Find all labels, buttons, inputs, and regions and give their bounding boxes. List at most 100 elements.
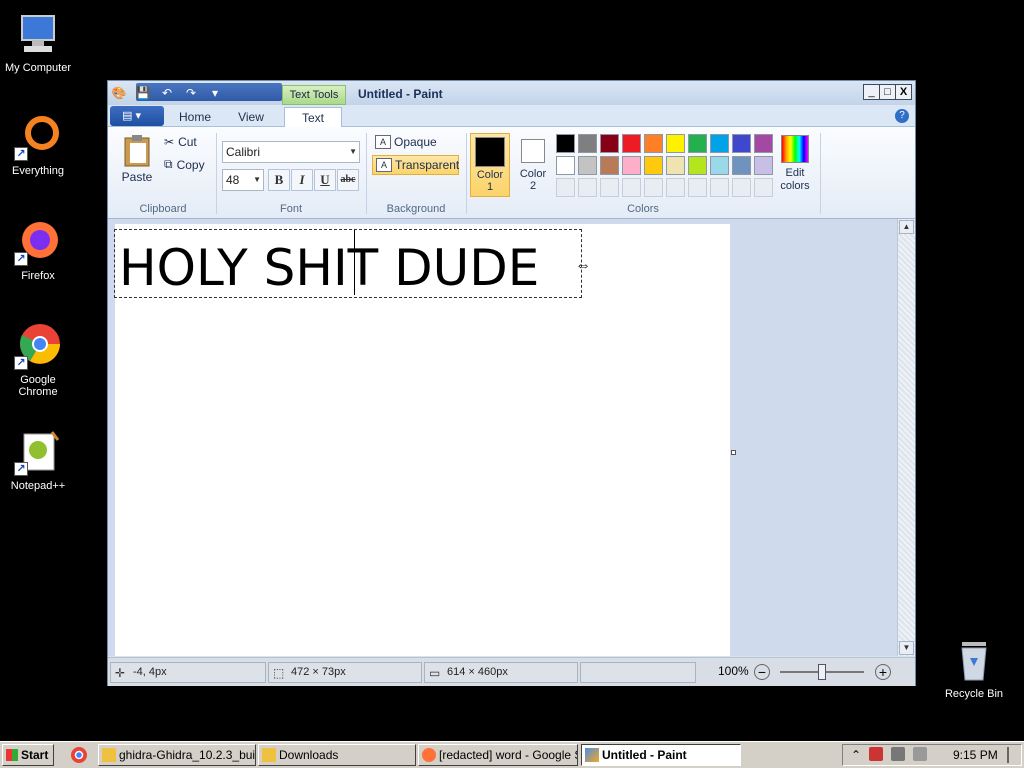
palette-color-swatch[interactable] (754, 156, 773, 175)
paint-window: 🎨 💾 ↶ ↷ ▾ Text Tools Untitled - Paint _ … (107, 80, 916, 686)
font-size-select[interactable]: 48 ▼ (222, 169, 264, 191)
ribbon-separator (216, 133, 217, 214)
clock[interactable]: 9:15 PM (953, 745, 998, 765)
palette-color-swatch[interactable] (688, 156, 707, 175)
show-hidden-icons-icon[interactable]: ⌃ (851, 745, 861, 765)
underline-button[interactable]: U (314, 169, 336, 191)
palette-empty-swatch[interactable] (710, 178, 729, 197)
tab-text[interactable]: Text (284, 107, 342, 128)
palette-color-swatch[interactable] (688, 134, 707, 153)
bold-button[interactable]: B (268, 169, 290, 191)
opaque-icon: A (375, 135, 391, 149)
scroll-down-arrow-icon[interactable]: ▼ (899, 641, 914, 655)
network-icon[interactable] (891, 747, 905, 761)
strikethrough-button[interactable]: abc (337, 169, 359, 191)
text-box-selection[interactable]: HOLY SHIT DUDE (114, 229, 582, 298)
transparent-button[interactable]: A Transparent (372, 155, 459, 175)
opaque-button[interactable]: A Opaque (372, 133, 462, 153)
redo-icon[interactable]: ↷ (182, 85, 200, 101)
palette-empty-swatch[interactable] (644, 178, 663, 197)
edit-colors-button[interactable]: Edit colors (776, 133, 814, 193)
canvas-resize-handle[interactable] (731, 450, 736, 455)
chrome-quicklaunch-icon[interactable] (70, 746, 88, 764)
palette-empty-swatch[interactable] (578, 178, 597, 197)
font-family-select[interactable]: Calibri ▼ (222, 141, 360, 163)
palette-empty-swatch[interactable] (688, 178, 707, 197)
customize-qat-icon[interactable]: ▾ (206, 85, 224, 101)
clipboard-icon (124, 135, 150, 167)
palette-color-swatch[interactable] (556, 134, 575, 153)
palette-color-swatch[interactable] (732, 134, 751, 153)
palette-empty-swatch[interactable] (622, 178, 641, 197)
palette-color-swatch[interactable] (666, 134, 685, 153)
paint-menu-button[interactable]: ▤ ▾ (110, 106, 164, 126)
help-icon[interactable]: ? (895, 109, 909, 123)
palette-color-swatch[interactable] (622, 156, 641, 175)
taskbar-item-downloads[interactable]: Downloads (258, 744, 416, 766)
zoom-slider[interactable] (780, 664, 864, 680)
maximize-button[interactable]: □ (879, 84, 896, 100)
palette-color-swatch[interactable] (710, 156, 729, 175)
drawing-canvas[interactable]: HOLY SHIT DUDE ⇔ (114, 224, 736, 656)
save-icon[interactable]: 💾 (134, 85, 152, 101)
security-alert-icon[interactable] (869, 747, 883, 761)
cut-label: Cut (178, 135, 197, 149)
palette-color-swatch[interactable] (600, 134, 619, 153)
show-desktop-button[interactable] (1007, 747, 1017, 763)
zoom-out-button[interactable]: − (754, 664, 770, 680)
cut-button[interactable]: ✂ Cut (164, 135, 197, 149)
palette-color-swatch[interactable] (556, 156, 575, 175)
desktop-icon-firefox[interactable]: ↗ Firefox (0, 218, 76, 282)
color1-button[interactable]: Color 1 (470, 133, 510, 197)
desktop-icon-everything[interactable]: ↗ Everything (0, 113, 76, 177)
taskbar-item-ghidra[interactable]: ghidra-Ghidra_10.2.3_build (98, 744, 256, 766)
shortcut-arrow-icon: ↗ (14, 147, 28, 161)
palette-color-swatch[interactable] (666, 156, 685, 175)
minimize-button[interactable]: _ (863, 84, 880, 100)
palette-empty-swatch[interactable] (666, 178, 685, 197)
palette-color-swatch[interactable] (644, 134, 663, 153)
copy-button[interactable]: ⧉ Copy (164, 157, 205, 172)
tab-home[interactable]: Home (170, 107, 220, 127)
paste-button[interactable]: Paste (120, 133, 154, 184)
palette-empty-swatch[interactable] (732, 178, 751, 197)
start-button[interactable]: Start (2, 744, 54, 766)
paint-app-icon[interactable]: 🎨 (110, 85, 128, 101)
palette-color-swatch[interactable] (578, 156, 597, 175)
menu-icon: ▤ ▾ (122, 110, 141, 122)
window-title: Untitled - Paint (358, 87, 443, 101)
notepadpp-icon: ↗ (14, 428, 62, 476)
palette-color-swatch[interactable] (754, 134, 773, 153)
desktop-icon-recycle-bin[interactable]: Recycle Bin (936, 636, 1012, 700)
palette-color-swatch[interactable] (622, 134, 641, 153)
vertical-scrollbar[interactable]: ▲ ▼ (897, 219, 915, 656)
italic-button[interactable]: I (291, 169, 313, 191)
zoom-slider-thumb[interactable] (818, 664, 826, 680)
copy-label: Copy (176, 157, 205, 172)
group-label-clipboard: Clipboard (139, 203, 187, 215)
volume-muted-icon[interactable] (913, 747, 927, 761)
color2-button[interactable]: Color 2 (514, 133, 552, 197)
canvas-text[interactable]: HOLY SHIT DUDE (119, 240, 539, 296)
close-button[interactable]: X (895, 84, 912, 100)
cursor-position: ✛ -4, 4px (110, 662, 266, 683)
palette-empty-swatch[interactable] (754, 178, 773, 197)
palette-color-swatch[interactable] (578, 134, 597, 153)
selection-size-value: 472 × 73px (291, 666, 346, 678)
palette-color-swatch[interactable] (732, 156, 751, 175)
palette-color-swatch[interactable] (600, 156, 619, 175)
zoom-in-button[interactable]: + (875, 664, 891, 680)
desktop-icon-chrome[interactable]: ↗ Google Chrome (0, 322, 76, 398)
desktop-icon-notepadpp[interactable]: ↗ Notepad++ (0, 428, 76, 492)
undo-icon[interactable]: ↶ (158, 85, 176, 101)
tab-view[interactable]: View (226, 107, 276, 127)
taskbar-item-firefox[interactable]: [redacted] word - Google Se... (418, 744, 578, 766)
scroll-up-arrow-icon[interactable]: ▲ (899, 220, 914, 234)
title-bar: 🎨 💾 ↶ ↷ ▾ Text Tools Untitled - Paint _ … (108, 81, 915, 105)
desktop-icon-my-computer[interactable]: My Computer (0, 10, 76, 74)
palette-color-swatch[interactable] (710, 134, 729, 153)
palette-color-swatch[interactable] (644, 156, 663, 175)
palette-empty-swatch[interactable] (556, 178, 575, 197)
palette-empty-swatch[interactable] (600, 178, 619, 197)
taskbar-item-paint[interactable]: Untitled - Paint (581, 744, 741, 766)
